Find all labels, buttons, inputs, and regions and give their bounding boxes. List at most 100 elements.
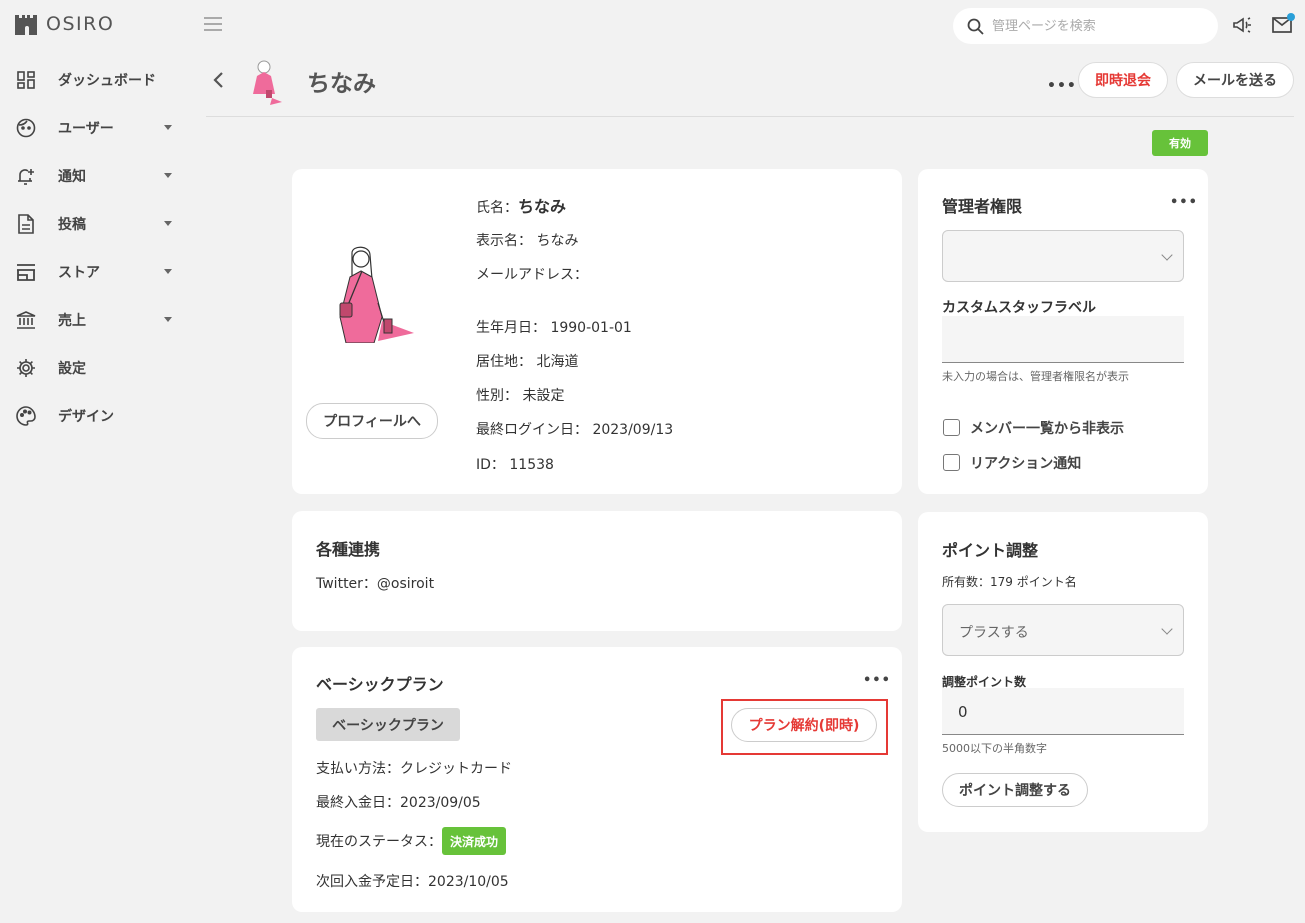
profile-button[interactable]: プロフィールへ (306, 403, 438, 439)
sidebar-item-label: 投稿 (58, 217, 86, 233)
chevron-left-icon (213, 72, 223, 88)
email-label: メールアドレス： (476, 267, 588, 283)
points-card: ポイント調整 所有数：179 ポイント名 プラスする 調整ポイント数 0 500… (918, 512, 1208, 832)
payment-method-label: 支払い方法： (316, 761, 400, 777)
sidebar-item-label: 通知 (58, 169, 86, 185)
plan-card: ベーシックプラン ••• ベーシックプラン プラン解約(即時) 支払い方法：クレ… (292, 647, 902, 912)
caret-down-icon (164, 221, 172, 226)
last-login-value: 2023/09/13 (592, 422, 674, 438)
sidebar-item-label: ストア (58, 265, 100, 281)
id-value: 11538 (509, 457, 554, 473)
residence-label: 居住地： (476, 354, 532, 370)
sidebar-item-sales[interactable]: 売上 (15, 308, 180, 332)
notification-dot (1287, 13, 1295, 21)
next-paid-label: 次回入金予定日： (316, 874, 428, 890)
payment-status-badge: 決済成功 (442, 827, 506, 855)
more-options-icon[interactable]: ••• (1047, 78, 1077, 94)
points-amount-value: 0 (958, 703, 968, 721)
reaction-checkbox[interactable] (943, 454, 960, 471)
search-input[interactable] (992, 18, 1202, 34)
id-field: ID： 11538 (476, 454, 554, 474)
sidebar-item-design[interactable]: デザイン (15, 404, 180, 428)
sidebar-item-store[interactable]: ストア (15, 260, 180, 284)
mail-icon[interactable] (1272, 13, 1295, 37)
gear-icon (15, 357, 37, 379)
sidebar-item-settings[interactable]: 設定 (15, 356, 180, 380)
app-name: OSIRO (46, 13, 115, 35)
points-title: ポイント調整 (942, 541, 1039, 560)
integrations-card: 各種連携 Twitter：@osiroit (292, 511, 902, 631)
gender-label: 性別： (476, 388, 518, 404)
plan-title: ベーシックプラン (316, 675, 444, 694)
points-amount-input[interactable]: 0 (942, 688, 1184, 735)
name-value: ちなみ (518, 197, 567, 216)
birthday-label: 生年月日： (476, 320, 546, 336)
chevron-down-icon (1161, 623, 1173, 635)
palette-icon (15, 405, 37, 427)
reaction-label[interactable]: リアクション通知 (970, 453, 1081, 473)
chevron-down-icon (1161, 249, 1173, 261)
search-icon (967, 18, 984, 35)
profile-illustration (334, 243, 418, 347)
custom-label-help: 未入力の場合は、管理者権限名が表示 (942, 370, 1129, 383)
caret-down-icon (164, 125, 172, 130)
residence-value: 北海道 (536, 354, 579, 370)
custom-label-input[interactable] (942, 316, 1184, 363)
bank-icon (15, 309, 37, 331)
sidebar-item-label: 売上 (58, 313, 86, 329)
id-label: ID： (476, 457, 505, 473)
name-label: 氏名： (476, 200, 518, 216)
avatar (246, 58, 286, 106)
custom-label-title: カスタムスタッフラベル (942, 300, 1096, 316)
more-options-icon[interactable]: ••• (863, 673, 891, 688)
sidebar-item-dashboard[interactable]: ダッシュボード (15, 68, 180, 92)
more-options-icon[interactable]: ••• (1170, 195, 1198, 210)
withdraw-button[interactable]: 即時退会 (1078, 62, 1168, 98)
status-label: 現在のステータス： (316, 834, 442, 850)
sidebar-item-label: ユーザー (58, 121, 114, 137)
points-mode-value: プラスする (959, 625, 1029, 641)
menu-toggle-icon[interactable] (204, 17, 222, 33)
castle-icon (15, 15, 37, 35)
twitter-field: Twitter：@osiroit (316, 573, 434, 593)
points-submit-button[interactable]: ポイント調整する (942, 773, 1088, 807)
sidebar-item-users[interactable]: ユーザー (15, 116, 180, 140)
points-owned: 所有数：179 ポイント名 (942, 575, 1077, 589)
next-paid-field: 次回入金予定日：2023/10/05 (316, 871, 509, 891)
hide-member-label[interactable]: メンバー一覧から非表示 (970, 418, 1124, 438)
sidebar-item-posts[interactable]: 投稿 (15, 212, 180, 236)
admin-role-select[interactable] (942, 230, 1184, 282)
name-field: 氏名：ちなみ (476, 193, 566, 217)
dashboard-icon (15, 69, 37, 91)
last-paid-field: 最終入金日：2023/09/05 (316, 792, 481, 812)
last-paid-value: 2023/09/05 (400, 795, 481, 811)
cancel-plan-button[interactable]: プラン解約(即時) (731, 708, 877, 742)
plan-button[interactable]: ベーシックプラン (316, 708, 460, 741)
search-bar[interactable] (953, 8, 1218, 44)
sidebar-item-label: デザイン (58, 409, 114, 425)
last-login-field: 最終ログイン日： 2023/09/13 (476, 419, 673, 439)
integrations-title: 各種連携 (316, 540, 381, 559)
back-button[interactable] (211, 70, 231, 90)
sidebar-item-label: ダッシュボード (58, 73, 156, 89)
profile-card: プロフィールへ 氏名：ちなみ 表示名： ちなみ メールアドレス： 生年月日： 1… (292, 169, 902, 494)
gender-value: 未設定 (522, 388, 565, 404)
megaphone-icon[interactable] (1232, 15, 1252, 39)
hide-member-checkbox[interactable] (943, 419, 960, 436)
sidebar-item-notifications[interactable]: 通知 (15, 164, 180, 188)
birthday-value: 1990-01-01 (550, 320, 632, 336)
app-logo[interactable]: OSIRO (14, 13, 114, 35)
twitter-label: Twitter： (316, 576, 377, 592)
page-title: ちなみ (307, 71, 376, 97)
display-name-field: 表示名： ちなみ (476, 230, 578, 250)
points-amount-help: 5000以下の半角数字 (942, 742, 1047, 755)
status-badge: 有効 (1152, 130, 1208, 156)
store-icon (15, 261, 37, 283)
points-mode-select[interactable]: プラスする (942, 604, 1184, 656)
caret-down-icon (164, 317, 172, 322)
residence-field: 居住地： 北海道 (476, 351, 578, 371)
admin-title: 管理者権限 (942, 197, 1023, 216)
send-mail-button[interactable]: メールを送る (1176, 62, 1294, 98)
document-icon (15, 213, 37, 235)
birthday-field: 生年月日： 1990-01-01 (476, 317, 632, 337)
